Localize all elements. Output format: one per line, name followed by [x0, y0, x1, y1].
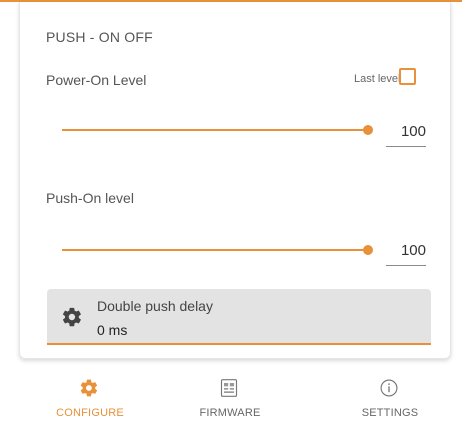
slider-fill: [62, 249, 368, 251]
gear-icon: [62, 307, 81, 327]
last-level-checkbox[interactable]: [399, 68, 416, 85]
gear-icon: [80, 379, 98, 397]
power-on-level-label: Power-On Level: [46, 72, 147, 88]
double-push-delay-label: Double push delay: [97, 298, 213, 314]
push-on-level-value[interactable]: 100: [386, 242, 426, 266]
last-level-label: Last level: [354, 73, 401, 85]
nav-label-configure: CONFIGURE: [56, 407, 124, 419]
power-on-level-slider[interactable]: [62, 124, 373, 136]
slider-fill: [62, 129, 368, 131]
slider-thumb[interactable]: [363, 125, 373, 135]
nav-label-firmware: FIRMWARE: [199, 407, 261, 419]
power-on-level-value[interactable]: 100: [386, 123, 426, 147]
nav-item-configure[interactable]: CONFIGURE: [20, 368, 160, 423]
nav-item-settings[interactable]: SETTINGS: [320, 368, 460, 423]
nav-item-firmware[interactable]: FIRMWARE: [160, 368, 300, 423]
nav-label-settings: SETTINGS: [361, 407, 419, 419]
push-on-level-slider[interactable]: [62, 244, 373, 256]
section-title: PUSH - ON OFF: [46, 29, 153, 45]
firmware-icon: [220, 379, 238, 397]
bottom-nav: CONFIGURE FIRMWARE SETTINGS: [0, 368, 462, 423]
info-icon: [380, 379, 398, 397]
double-push-delay-value[interactable]: 0 ms: [97, 322, 127, 338]
double-push-delay-field[interactable]: Double push delay 0 ms: [47, 289, 431, 345]
push-on-level-label: Push-On level: [46, 190, 134, 206]
push-on-off-card: PUSH - ON OFF Power-On Level Last level …: [19, 2, 451, 359]
slider-thumb[interactable]: [363, 245, 373, 255]
